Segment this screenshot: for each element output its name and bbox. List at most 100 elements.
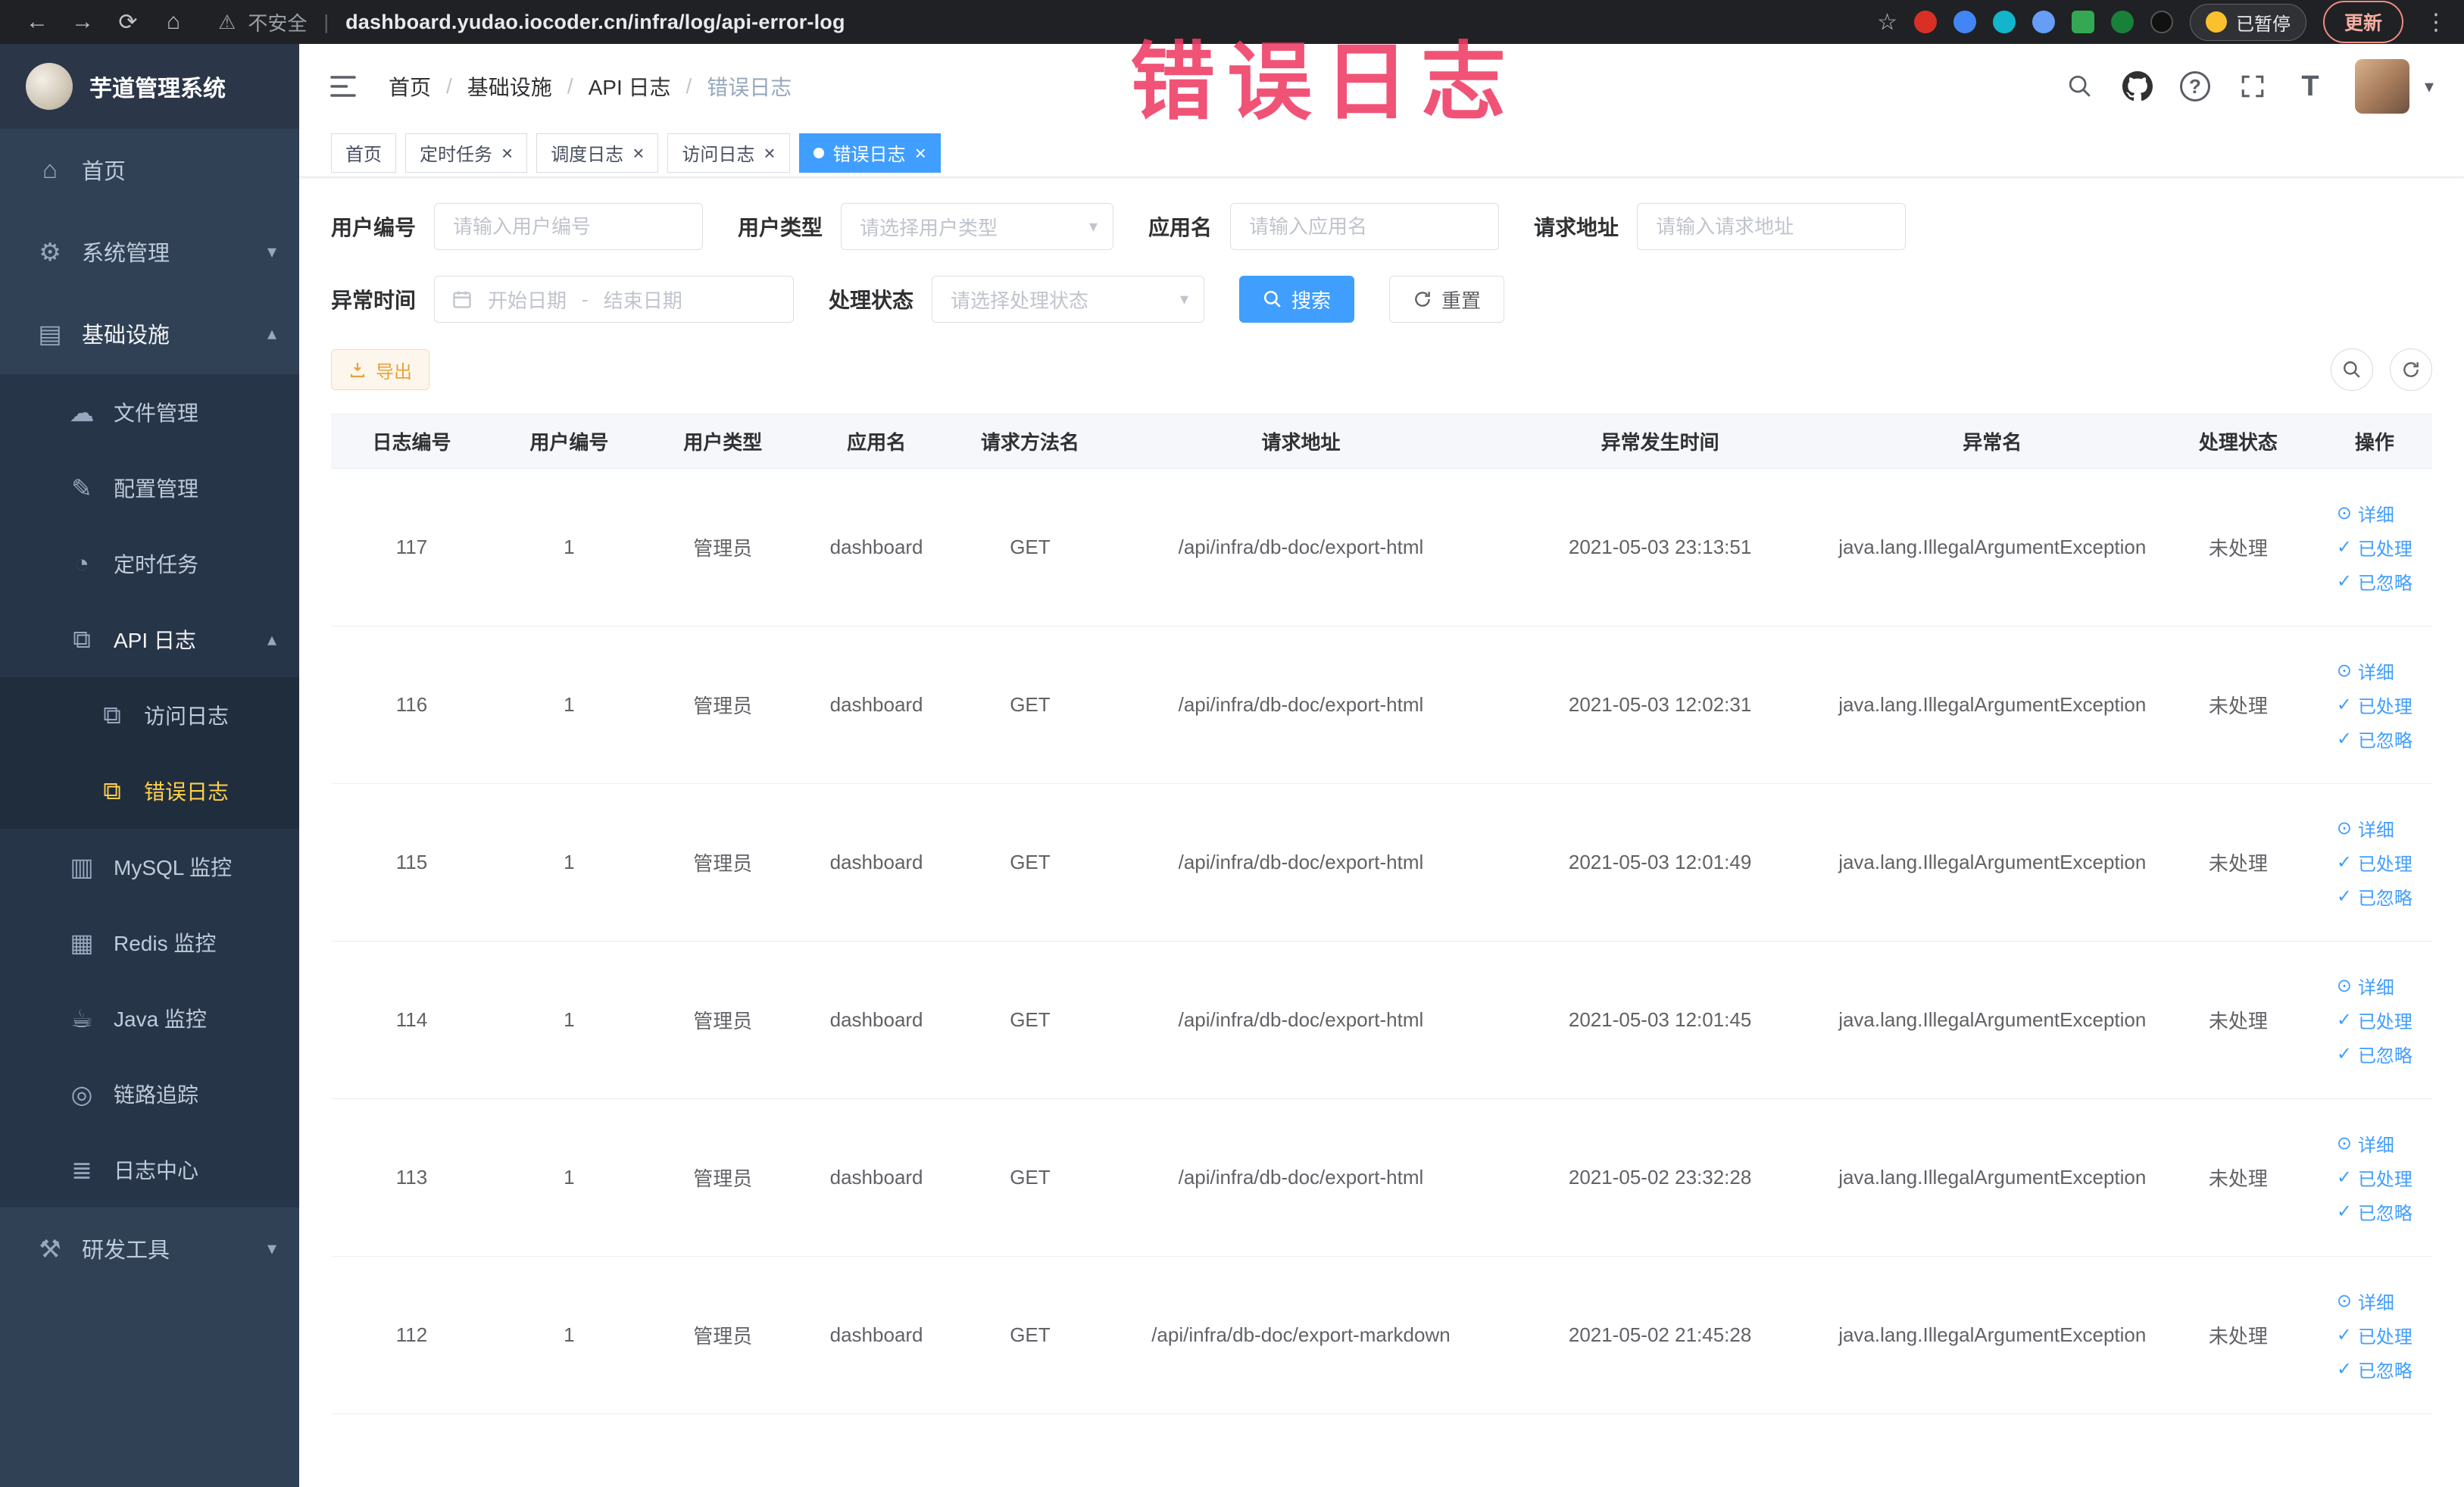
ignored-link[interactable]: ✓ 已忽略 (2337, 883, 2412, 910)
sidebar-item-link-tracing[interactable]: ◎ 链路追踪 (0, 1056, 299, 1132)
processed-link[interactable]: ✓ 已处理 (2337, 534, 2412, 561)
tab-error-log[interactable]: 错误日志 × (798, 133, 941, 173)
browser-toolbar: ← → ⟳ ⌂ ⚠ 不安全 | dashboard.yudao.iocoder.… (0, 0, 2464, 44)
extension-icon[interactable] (1913, 11, 1937, 33)
cell-actions: ⊙ 详细 ✓ 已处理 ✓ 已忽略 (2316, 1256, 2432, 1414)
sidebar-item-dev-tools[interactable]: ⚒ 研发工具 ▾ (0, 1207, 299, 1289)
close-icon[interactable]: × (915, 143, 926, 163)
browser-menu-icon[interactable]: ⋮ (2425, 9, 2447, 36)
sidebar-item-home[interactable]: ⌂ 首页 (0, 129, 299, 211)
ignored-link[interactable]: ✓ 已忽略 (2337, 726, 2412, 752)
extension-icon[interactable] (2150, 11, 2173, 33)
detail-link[interactable]: ⊙ 详细 (2337, 1130, 2394, 1157)
date-separator: - (582, 287, 589, 311)
breadcrumb-infrastructure[interactable]: 基础设施 (467, 71, 552, 102)
fullscreen-icon[interactable] (2228, 61, 2278, 111)
ignored-link[interactable]: ✓ 已忽略 (2337, 1198, 2412, 1225)
exception-time-range-picker[interactable]: 开始日期 - 结束日期 (434, 276, 795, 323)
breadcrumb-api-log[interactable]: API 日志 (589, 71, 671, 102)
home-icon[interactable]: ⌂ (153, 5, 194, 39)
detail-link[interactable]: ⊙ 详细 (2337, 1288, 2394, 1314)
table-row: 117 1 管理员 dashboard GET /api/infra/db-do… (331, 468, 2432, 626)
address-bar[interactable]: ⚠ 不安全 | dashboard.yudao.iocoder.cn/infra… (218, 8, 845, 36)
cell-app: dashboard (799, 1098, 954, 1257)
extension-icon[interactable] (1992, 11, 2016, 33)
search-button[interactable]: 搜索 (1239, 276, 1355, 323)
detail-link[interactable]: ⊙ 详细 (2337, 973, 2394, 999)
sidebar-item-access-log[interactable]: ⧉ 访问日志 (0, 677, 299, 753)
cell-exception: java.lang.IllegalArgumentException (1825, 1256, 2160, 1414)
sidebar-item-file-management[interactable]: ☁ 文件管理 (0, 374, 299, 450)
ignored-link[interactable]: ✓ 已忽略 (2337, 568, 2412, 595)
tab-scheduled-jobs[interactable]: 定时任务 × (405, 133, 528, 173)
processed-link[interactable]: ✓ 已处理 (2337, 1164, 2412, 1191)
processed-link[interactable]: ✓ 已处理 (2337, 1322, 2412, 1348)
forward-icon[interactable]: → (62, 5, 103, 39)
sidebar-item-scheduled-jobs[interactable]: ◔ 定时任务 (0, 526, 299, 601)
extension-icon[interactable] (2031, 11, 2055, 33)
refresh-button[interactable] (2390, 348, 2432, 391)
help-icon[interactable]: ? (2170, 61, 2220, 111)
tab-schedule-log[interactable]: 调度日志 × (536, 133, 659, 173)
avatar[interactable] (2354, 59, 2409, 114)
user-type-select[interactable]: 请选择用户类型 ▾ (841, 203, 1114, 250)
search-icon[interactable] (2055, 61, 2105, 111)
paused-extension-badge[interactable]: 已暂停 (2189, 3, 2306, 41)
close-icon[interactable]: × (501, 143, 513, 163)
sidebar-item-api-log[interactable]: ⧉ API 日志 ▴ (0, 601, 299, 677)
bookmark-star-icon[interactable]: ☆ (1877, 9, 1897, 36)
request-url-input[interactable] (1637, 203, 1907, 250)
app-logo[interactable]: 芋道管理系统 (0, 44, 299, 129)
cell-user-id: 1 (492, 941, 646, 1099)
cell-exception: java.lang.IllegalArgumentException (1825, 626, 2160, 784)
user-id-input[interactable] (434, 203, 704, 250)
sidebar-item-java-monitor[interactable]: ☕ Java 监控 (0, 980, 299, 1056)
detail-link[interactable]: ⊙ 详细 (2337, 500, 2394, 526)
ignored-link[interactable]: ✓ 已忽略 (2337, 1356, 2412, 1382)
breadcrumb-home[interactable]: 首页 (389, 71, 431, 102)
extension-icon[interactable] (2071, 11, 2094, 33)
sidebar-item-log-center[interactable]: ≣ 日志中心 (0, 1132, 299, 1207)
processed-link[interactable]: ✓ 已处理 (2337, 692, 2412, 718)
process-status-select[interactable]: 请选择处理状态 ▾ (932, 276, 1205, 323)
cell-exception: java.lang.IllegalArgumentException (1825, 783, 2160, 942)
reset-button[interactable]: 重置 (1389, 276, 1505, 323)
export-button[interactable]: 导出 (331, 349, 429, 390)
target-icon: ◎ (70, 1079, 93, 1108)
breadcrumb-separator: / (446, 74, 452, 98)
back-icon[interactable]: ← (17, 5, 58, 39)
browser-update-button[interactable]: 更新 (2322, 1, 2403, 43)
cell-app: dashboard (799, 626, 954, 784)
download-icon (350, 363, 365, 378)
cell-actions: ⊙ 详细 ✓ 已处理 ✓ 已忽略 (2316, 1098, 2432, 1257)
search-toggle-button[interactable] (2331, 348, 2373, 391)
tab-access-log[interactable]: 访问日志 × (667, 133, 790, 173)
detail-link[interactable]: ⊙ 详细 (2337, 658, 2394, 684)
sidebar-menu: ⌂ 首页 ⚙ 系统管理 ▾ ▤ 基础设施 ▴ ☁ 文件管理 ✎ 配置管理 ◔ 定… (0, 129, 299, 1487)
sidebar-item-redis-monitor[interactable]: ▦ Redis 监控 (0, 904, 299, 980)
close-icon[interactable]: × (632, 143, 644, 163)
extension-icon[interactable] (1953, 11, 1976, 33)
sidebar-toggle-icon[interactable] (329, 74, 357, 98)
sidebar-item-error-log[interactable]: ⧉ 错误日志 (0, 753, 299, 829)
detail-link[interactable]: ⊙ 详细 (2337, 815, 2394, 842)
sidebar-item-config-management[interactable]: ✎ 配置管理 (0, 450, 299, 526)
app-name-input[interactable] (1230, 203, 1500, 250)
processed-link[interactable]: ✓ 已处理 (2337, 849, 2412, 876)
address-url[interactable]: dashboard.yudao.iocoder.cn/infra/log/api… (345, 11, 845, 34)
sidebar-item-label: 研发工具 (82, 1239, 170, 1263)
extension-icon[interactable] (2110, 11, 2134, 33)
sidebar-item-mysql-monitor[interactable]: ▥ MySQL 监控 (0, 829, 299, 904)
col-exception-name: 异常名 (1825, 414, 2160, 469)
sidebar-item-system-management[interactable]: ⚙ 系统管理 ▾ (0, 211, 299, 292)
sidebar-item-infrastructure[interactable]: ▤ 基础设施 ▴ (0, 292, 299, 374)
processed-link[interactable]: ✓ 已处理 (2337, 1007, 2412, 1033)
check-icon: ✓ (2336, 1167, 2352, 1188)
close-icon[interactable]: × (764, 143, 775, 163)
github-icon[interactable] (2113, 61, 2163, 111)
tab-home[interactable]: 首页 (331, 133, 396, 173)
font-size-icon[interactable]: T (2285, 61, 2335, 111)
avatar-caret-icon[interactable]: ▾ (2425, 76, 2434, 98)
reload-icon[interactable]: ⟳ (108, 5, 148, 39)
ignored-link[interactable]: ✓ 已忽略 (2337, 1041, 2412, 1067)
